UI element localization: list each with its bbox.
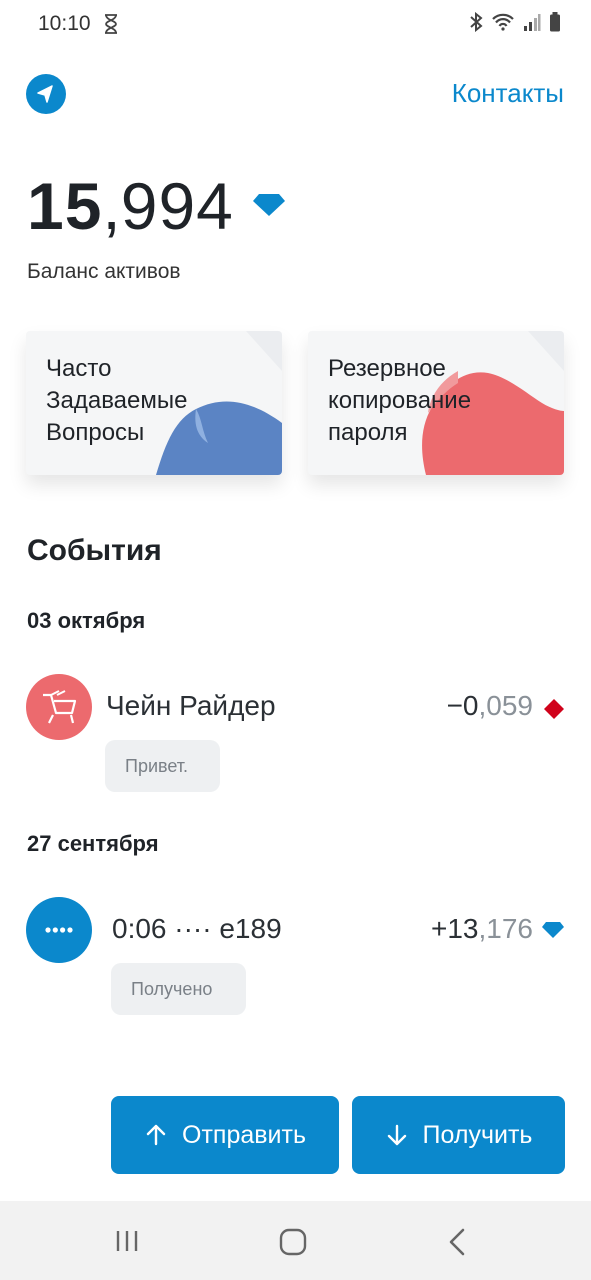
transaction-row[interactable]: Чейн Райдер −0,059 xyxy=(26,674,565,740)
back-button[interactable] xyxy=(26,74,66,114)
blue-diamond-icon xyxy=(542,922,564,938)
password-backup-card[interactable]: Резервное копирование пароля xyxy=(308,331,564,475)
cart-icon xyxy=(43,690,77,724)
status-icons xyxy=(469,12,561,32)
bluetooth-icon xyxy=(470,12,483,32)
balance-fraction: 994 xyxy=(120,169,234,243)
dots-icon xyxy=(45,927,73,933)
amount-main: +13 xyxy=(431,913,479,944)
transaction-name: 0:06 ···· e189 xyxy=(112,913,282,944)
diamond-icon xyxy=(253,194,285,216)
send-button[interactable]: Отправить xyxy=(111,1096,339,1174)
date-label: 27 сентября xyxy=(27,831,159,856)
transaction-amount: −0,059 xyxy=(447,690,533,722)
arrow-down-icon xyxy=(387,1124,406,1146)
status-time: 10:10 xyxy=(38,12,91,35)
hourglass-icon xyxy=(105,14,117,34)
amount-main: −0 xyxy=(446,690,479,721)
events-title: События xyxy=(27,534,162,567)
avatar xyxy=(26,897,92,963)
avatar xyxy=(26,674,92,740)
send-button-label: Отправить xyxy=(182,1120,306,1149)
status-bar: 10:10 xyxy=(0,0,591,50)
arrow-up-icon xyxy=(146,1124,166,1146)
transaction-note: Привет. xyxy=(105,740,220,792)
home-icon[interactable] xyxy=(278,1227,308,1257)
transaction-note: Получено xyxy=(111,963,246,1015)
backup-card-title: Резервное копирование пароля xyxy=(328,355,472,446)
back-icon[interactable] xyxy=(446,1227,470,1257)
transaction-name: Чейн Райдер xyxy=(106,690,276,721)
receive-button-label: Получить xyxy=(422,1120,533,1149)
faq-card[interactable]: Часто Задаваемые Вопросы xyxy=(26,331,282,475)
amount-fraction: 059 xyxy=(486,690,533,721)
red-diamond-icon xyxy=(544,699,564,719)
faq-card-title: Часто Задаваемые Вопросы xyxy=(46,355,188,446)
back-arrow-icon xyxy=(37,85,53,103)
receive-button[interactable]: Получить xyxy=(352,1096,565,1174)
balance-amount: 15, 994 xyxy=(27,168,234,248)
transaction-row[interactable]: 0:06 ···· e189 +13,176 xyxy=(26,897,565,963)
contacts-link[interactable]: Контакты xyxy=(452,78,564,109)
navigation-bar xyxy=(0,1201,591,1280)
battery-icon xyxy=(550,12,560,32)
wifi-icon xyxy=(492,13,514,31)
signal-icon xyxy=(524,14,541,31)
date-label: 03 октября xyxy=(27,608,146,633)
amount-fraction: 176 xyxy=(486,913,533,944)
balance-integer: 15 xyxy=(27,169,103,243)
transaction-amount: +13,176 xyxy=(431,913,533,945)
balance-separator: , xyxy=(102,169,121,243)
recent-apps-icon[interactable] xyxy=(113,1227,141,1255)
balance-label: Баланс активов xyxy=(27,260,181,283)
